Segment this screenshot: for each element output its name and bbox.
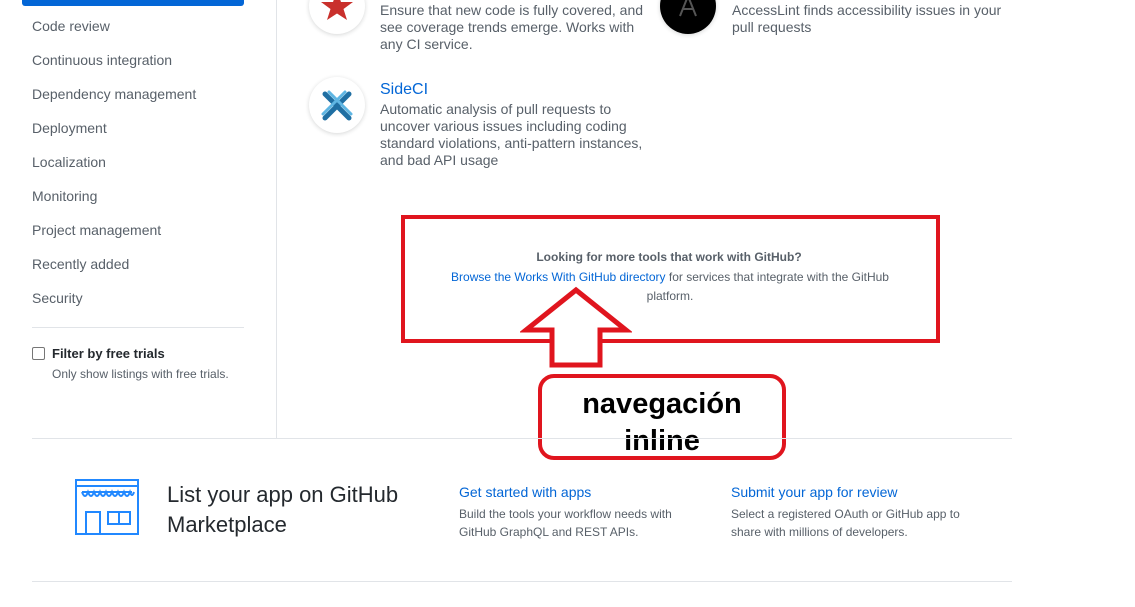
- annotation-highlight-box: [401, 215, 940, 343]
- sidebar-divider: [32, 327, 244, 328]
- sidebar-item-continuous-integration[interactable]: Continuous integration: [32, 51, 172, 69]
- sidebar-item-deployment[interactable]: Deployment: [32, 119, 107, 137]
- filter-free-trials-description: Only show listings with free trials.: [52, 367, 229, 381]
- sidebar-item-code-review[interactable]: Code review: [32, 17, 110, 35]
- listing-title-sideci[interactable]: SideCI: [380, 81, 428, 99]
- accesslint-icon[interactable]: [660, 0, 716, 34]
- sidebar-border: [276, 0, 277, 438]
- submit-app-for-review-link[interactable]: Submit your app for review: [731, 484, 898, 500]
- sideci-icon[interactable]: [309, 77, 365, 133]
- sidebar-item-recently-added[interactable]: Recently added: [32, 255, 129, 273]
- get-started-description: Build the tools your workflow needs with…: [459, 507, 672, 539]
- sidebar-item-dependency-management[interactable]: Dependency management: [32, 85, 196, 103]
- annotation-label: navegación inline: [538, 374, 786, 460]
- get-started-with-apps-link[interactable]: Get started with apps: [459, 484, 591, 500]
- listing-description: Ensure that new code is fully covered, a…: [380, 2, 644, 52]
- sidebar-active-indicator: [22, 0, 244, 6]
- list-your-app-title: List your app on GitHub Marketplace: [167, 482, 399, 537]
- sidebar-item-security[interactable]: Security: [32, 289, 83, 307]
- annotation-arrow-up-icon: [520, 286, 632, 368]
- sidebar-item-monitoring[interactable]: Monitoring: [32, 187, 97, 205]
- footer-divider-top: [32, 438, 1012, 439]
- star-icon[interactable]: [309, 0, 365, 34]
- filter-free-trials-label[interactable]: Filter by free trials: [52, 346, 165, 361]
- listing-description: Automatic analysis of pull requests to u…: [380, 101, 643, 168]
- listing-description: AccessLint finds accessibility issues in…: [732, 2, 1002, 35]
- free-trials-checkbox[interactable]: [32, 347, 45, 360]
- sidebar-item-project-management[interactable]: Project management: [32, 221, 161, 239]
- storefront-icon: [75, 479, 139, 535]
- footer-divider-bottom: [32, 581, 1012, 582]
- sidebar-item-localization[interactable]: Localization: [32, 153, 106, 171]
- submit-app-description: Select a registered OAuth or GitHub app …: [731, 507, 960, 539]
